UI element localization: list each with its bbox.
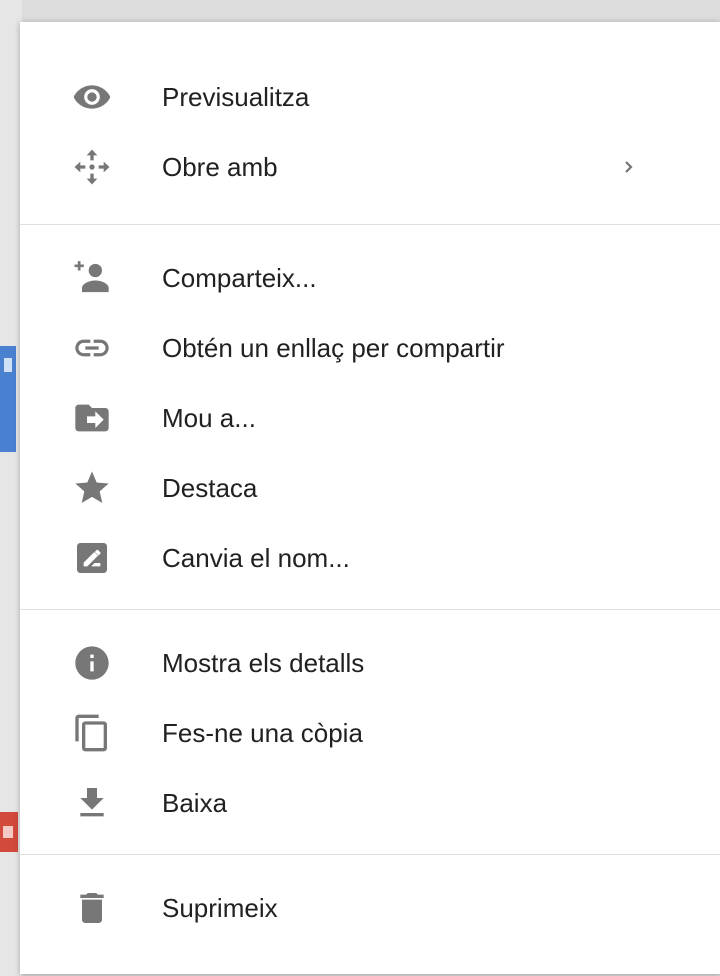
link-icon	[72, 328, 112, 368]
menu-item-label: Mou a...	[162, 402, 256, 433]
person-add-icon	[72, 258, 112, 298]
folder-move-icon	[72, 398, 112, 438]
menu-item-label: Comparteix...	[162, 262, 317, 293]
menu-item-label: Obtén un enllaç per compartir	[162, 332, 505, 363]
eye-icon	[72, 77, 112, 117]
menu-item-open-with[interactable]: Obre amb	[20, 132, 720, 202]
menu-item-move-to[interactable]: Mou a...	[20, 383, 720, 453]
rename-icon	[72, 538, 112, 578]
trash-icon	[72, 888, 112, 928]
info-icon	[72, 643, 112, 683]
menu-item-label: Destaca	[162, 472, 258, 503]
menu-item-preview[interactable]: Previsualitza	[20, 62, 720, 132]
copy-icon	[72, 713, 112, 753]
open-with-icon	[72, 147, 112, 187]
download-icon	[72, 783, 112, 823]
menu-item-label: Fes-ne una còpia	[162, 717, 363, 748]
menu-item-label: Previsualitza	[162, 81, 310, 112]
menu-item-get-link[interactable]: Obtén un enllaç per compartir	[20, 313, 720, 383]
menu-item-label: Baixa	[162, 787, 228, 818]
background-red-element-mark	[3, 826, 13, 838]
menu-group-view: Previsualitza Obre amb	[20, 22, 720, 224]
menu-item-share[interactable]: Comparteix...	[20, 243, 720, 313]
menu-item-star[interactable]: Destaca	[20, 453, 720, 523]
chevron-right-icon	[620, 158, 638, 176]
background-blue-element-mark	[4, 358, 12, 372]
menu-item-label: Mostra els detalls	[162, 647, 365, 678]
menu-item-show-details[interactable]: Mostra els detalls	[20, 628, 720, 698]
menu-item-label: Canvia el nom...	[162, 542, 350, 573]
menu-item-download[interactable]: Baixa	[20, 768, 720, 838]
menu-group-delete: Suprimeix	[20, 855, 720, 943]
menu-item-label: Obre amb	[162, 151, 278, 182]
menu-item-rename[interactable]: Canvia el nom...	[20, 523, 720, 593]
menu-item-label: Suprimeix	[162, 892, 278, 923]
menu-item-remove[interactable]: Suprimeix	[20, 873, 720, 943]
menu-item-make-copy[interactable]: Fes-ne una còpia	[20, 698, 720, 768]
star-icon	[72, 468, 112, 508]
menu-group-organize: Comparteix... Obtén un enllaç per compar…	[20, 225, 720, 609]
menu-group-file: Mostra els detalls Fes-ne una còpia Baix…	[20, 610, 720, 854]
context-menu: Previsualitza Obre amb Comparteix... Obt…	[20, 22, 720, 974]
